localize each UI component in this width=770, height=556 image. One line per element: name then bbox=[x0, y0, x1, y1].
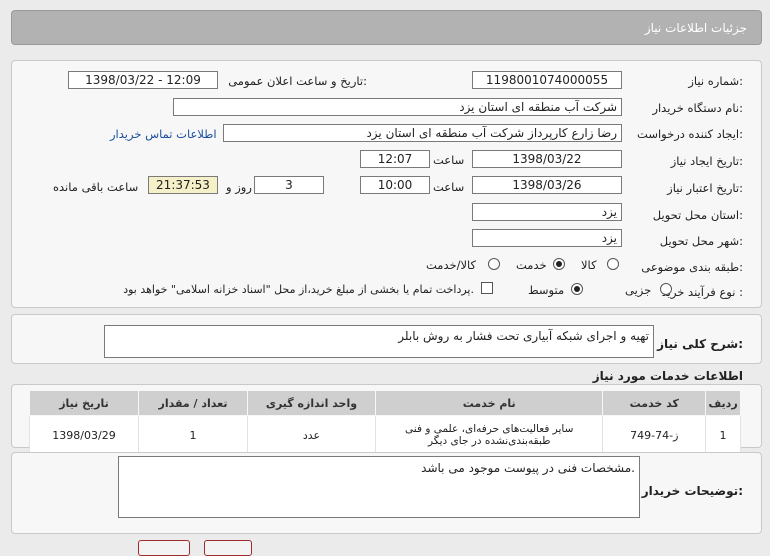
created-time-field[interactable]: 12:07 bbox=[360, 150, 430, 168]
col-quantity: تعداد / مقدار bbox=[138, 390, 248, 416]
category-radio-service[interactable] bbox=[553, 258, 565, 270]
announce-date-label: تاریخ و ساعت اعلان عمومی: bbox=[228, 74, 367, 88]
process-option-minor: جزیی bbox=[625, 283, 652, 297]
process-radio-medium[interactable] bbox=[571, 283, 583, 295]
validity-time-field[interactable]: 10:00 bbox=[360, 176, 430, 194]
requester-label: ایجاد کننده درخواست: bbox=[637, 127, 743, 141]
buyer-org-field[interactable]: شرکت آب منطقه ای استان یزد bbox=[173, 98, 622, 116]
cell-quantity: 1 bbox=[138, 415, 248, 455]
footer-button-right[interactable] bbox=[204, 540, 252, 556]
created-date-field[interactable]: 1398/03/22 bbox=[472, 150, 622, 168]
category-option-goods: کالا bbox=[581, 258, 597, 272]
remaining-days-field[interactable]: 3 bbox=[254, 176, 324, 194]
services-table-header: ردیف کد خدمت نام خدمت واحد اندازه گیری ت… bbox=[28, 390, 741, 416]
need-summary-field[interactable]: تهیه و اجرای شبکه آبیاری تحت فشار به روش… bbox=[104, 325, 654, 358]
buyer-notes-label: توضیحات خریدار: bbox=[641, 484, 743, 498]
col-service-code: کد خدمت bbox=[602, 390, 707, 416]
buyer-org-label: نام دستگاه خریدار: bbox=[652, 101, 743, 115]
cell-service-name: سایر فعالیت‌های حرفه‌ای، علمی و فنی طبقه… bbox=[374, 415, 604, 455]
category-option-goods-service: کالا/خدمت bbox=[426, 258, 477, 272]
page-header: جزئیات اطلاعات نیاز bbox=[11, 10, 762, 45]
cell-need-date: 1398/03/29 bbox=[28, 415, 140, 455]
city-label: شهر محل تحویل: bbox=[659, 234, 743, 248]
col-service-name: نام خدمت bbox=[374, 390, 604, 416]
category-option-service: خدمت bbox=[516, 258, 547, 272]
announce-date-field[interactable]: 1398/03/22 - 12:09 bbox=[68, 71, 218, 89]
process-radio-minor[interactable] bbox=[660, 283, 672, 295]
need-number-label: شماره نیاز: bbox=[688, 74, 743, 88]
treasury-payment-checkbox[interactable] bbox=[481, 282, 493, 294]
province-label: استان محل تحویل: bbox=[652, 208, 743, 222]
created-hour-label: ساعت bbox=[433, 153, 465, 167]
city-field[interactable]: یزد bbox=[472, 229, 622, 247]
treasury-payment-note: پرداخت تمام یا بخشی از مبلغ خرید،از محل … bbox=[123, 283, 474, 296]
category-radio-goods[interactable] bbox=[607, 258, 619, 270]
province-field[interactable]: یزد bbox=[472, 203, 622, 221]
footer-button-left[interactable] bbox=[138, 540, 190, 556]
category-label: طبقه بندی موضوعی: bbox=[641, 260, 743, 274]
need-number-field[interactable]: 1198001074000055 bbox=[472, 71, 622, 89]
category-radio-goods-service[interactable] bbox=[488, 258, 500, 270]
cell-row-number: 1 bbox=[705, 415, 741, 455]
validity-date-label: تاریخ اعتبار نیاز: bbox=[667, 181, 743, 195]
page-title: جزئیات اطلاعات نیاز bbox=[644, 21, 747, 35]
col-unit: واحد اندازه گیری bbox=[246, 390, 377, 416]
validity-date-field[interactable]: 1398/03/26 bbox=[472, 176, 622, 194]
buyer-notes-field[interactable]: مشخصات فنی در پیوست موجود می باشد. bbox=[118, 456, 640, 518]
process-option-medium: متوسط bbox=[528, 283, 565, 297]
cell-unit: عدد bbox=[246, 415, 377, 455]
services-table: ردیف کد خدمت نام خدمت واحد اندازه گیری ت… bbox=[28, 390, 741, 455]
days-label: روز و bbox=[226, 180, 252, 194]
col-need-date: تاریخ نیاز bbox=[28, 390, 140, 416]
purchase-process-label: نوع فرآیند خرید : bbox=[661, 285, 743, 299]
remaining-time-label: ساعت باقی مانده bbox=[53, 180, 139, 194]
buyer-contact-link[interactable]: اطلاعات تماس خریدار bbox=[110, 127, 217, 141]
requester-field[interactable]: رضا زارع کارپرداز شرکت آب منطقه ای استان… bbox=[223, 124, 622, 142]
cell-service-code: ز-74-749 bbox=[602, 415, 707, 455]
need-summary-label: شرح کلی نیاز: bbox=[657, 337, 743, 351]
table-row[interactable]: 1 ز-74-749 سایر فعالیت‌های حرفه‌ای، علمی… bbox=[28, 415, 741, 455]
remaining-time-field: 21:37:53 bbox=[148, 176, 218, 194]
services-section-title: اطلاعات خدمات مورد نیاز bbox=[592, 369, 743, 383]
col-row-number: ردیف bbox=[705, 390, 741, 416]
validity-hour-label: ساعت bbox=[433, 180, 465, 194]
created-date-label: تاریخ ایجاد نیاز: bbox=[670, 154, 743, 168]
